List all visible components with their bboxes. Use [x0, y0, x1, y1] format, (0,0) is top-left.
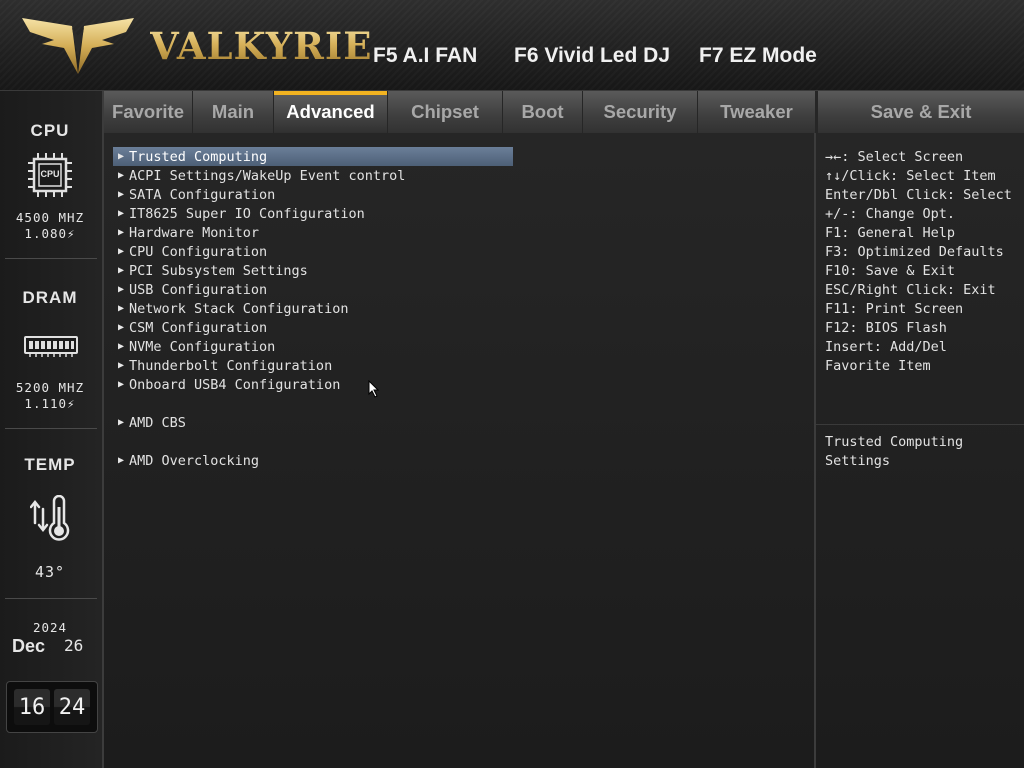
menu-item-label: PCI Subsystem Settings — [129, 262, 308, 279]
mouse-pointer-icon — [368, 380, 380, 398]
temperature-value: 43° — [34, 563, 66, 581]
menu-item-network-stack-configuration[interactable]: ▶ Network Stack Configuration — [113, 299, 513, 318]
cpu-label: CPU — [30, 121, 70, 140]
menu-item-label: NVMe Configuration — [129, 338, 276, 355]
menu-item-pci-subsystem-settings[interactable]: ▶ PCI Subsystem Settings — [113, 261, 513, 280]
menu-item-label: ACPI Settings/WakeUp Event control — [129, 167, 406, 184]
menu-item-label: Hardware Monitor — [129, 224, 260, 241]
menu-item-label: SATA Configuration — [129, 186, 276, 203]
menu-item-label: CSM Configuration — [129, 319, 268, 336]
help-key-save-exit: F10: Save & Exit — [825, 263, 956, 279]
clock-minutes: 24 — [54, 689, 90, 725]
dram-module-icon — [24, 336, 78, 357]
submenu-arrow-icon: ▶ — [117, 341, 125, 352]
tab-tweaker[interactable]: Tweaker — [698, 91, 816, 133]
advanced-menu-panel: ▶ Trusted Computing ▶ ACPI Settings/WakeUp… — [104, 133, 816, 768]
tab-security[interactable]: Security — [583, 91, 698, 133]
date-month: Dec — [12, 636, 46, 656]
submenu-arrow-icon: ▶ — [117, 379, 125, 390]
submenu-arrow-icon: ▶ — [117, 455, 125, 466]
help-key-optimized-defaults: F3: Optimized Defaults — [825, 244, 1004, 260]
help-key-select-item: ↑↓/Click: Select Item — [825, 168, 996, 184]
menu-item-onboard-usb4-configuration[interactable]: ▶ Onboard USB4 Configuration — [113, 375, 513, 394]
submenu-arrow-icon: ▶ — [117, 246, 125, 257]
date-day: 26 — [64, 636, 84, 655]
submenu-arrow-icon: ▶ — [117, 417, 125, 428]
help-panel: →←: Select Screen ↑↓/Click: Select Item … — [816, 133, 1024, 768]
menu-item-label: Network Stack Configuration — [129, 300, 349, 317]
sidebar-divider — [5, 258, 97, 259]
submenu-arrow-icon: ▶ — [117, 284, 125, 295]
submenu-arrow-icon: ▶ — [117, 151, 125, 162]
sidebar-divider — [5, 598, 97, 599]
vivid-led-dj-hotkey[interactable]: F6 Vivid Led DJ — [514, 44, 670, 68]
dram-frequency: 5200 MHZ — [15, 380, 85, 395]
header-bar: VALKYRIE F5 A.I FAN F6 Vivid Led DJ F7 E… — [0, 0, 1024, 91]
clock-display: 16 24 — [6, 681, 98, 733]
tab-save-exit[interactable]: Save & Exit — [816, 91, 1024, 133]
item-description-line: Trusted Computing — [825, 434, 964, 450]
ai-fan-hotkey[interactable]: F5 A.I FAN — [373, 44, 477, 68]
menu-item-nvme-configuration[interactable]: ▶ NVMe Configuration — [113, 337, 513, 356]
ez-mode-hotkey[interactable]: F7 EZ Mode — [699, 44, 817, 68]
clock-hours: 16 — [14, 689, 50, 725]
menu-item-super-io-configuration[interactable]: ▶ IT8625 Super IO Configuration — [113, 204, 513, 223]
menu-item-thunderbolt-configuration[interactable]: ▶ Thunderbolt Configuration — [113, 356, 513, 375]
sidebar-divider — [5, 428, 97, 429]
system-status-sidebar: CPU CPU 4500 MHZ 1.080⚡ DRAM 5200 MHZ 1.… — [0, 91, 104, 768]
menu-item-trusted-computing[interactable]: ▶ Trusted Computing — [113, 147, 513, 166]
submenu-arrow-icon: ▶ — [117, 322, 125, 333]
help-key-exit: ESC/Right Click: Exit — [825, 282, 996, 298]
item-description-line: Settings — [825, 453, 891, 469]
menu-item-csm-configuration[interactable]: ▶ CSM Configuration — [113, 318, 513, 337]
help-key-favorite-item: Favorite Item — [825, 358, 931, 374]
help-key-bios-flash: F12: BIOS Flash — [825, 320, 947, 336]
menu-item-amd-cbs[interactable]: ▶ AMD CBS — [113, 413, 513, 432]
cpu-frequency: 4500 MHZ — [15, 210, 85, 225]
menu-item-label: Thunderbolt Configuration — [129, 357, 333, 374]
temperature-thermometer-icon — [30, 495, 70, 541]
dram-label: DRAM — [22, 288, 78, 307]
help-key-print-screen: F11: Print Screen — [825, 301, 964, 317]
menu-item-hardware-monitor[interactable]: ▶ Hardware Monitor — [113, 223, 513, 242]
dram-voltage: 1.110⚡ — [24, 396, 76, 411]
submenu-arrow-icon: ▶ — [117, 189, 125, 200]
menu-item-sata-configuration[interactable]: ▶ SATA Configuration — [113, 185, 513, 204]
help-key-change-opt: +/-: Change Opt. — [825, 206, 956, 222]
menu-item-label: USB Configuration — [129, 281, 268, 298]
tab-favorite[interactable]: Favorite — [104, 91, 193, 133]
menu-item-label: AMD Overclocking — [129, 452, 260, 469]
menu-item-label: Onboard USB4 Configuration — [129, 376, 341, 393]
tab-main[interactable]: Main — [193, 91, 274, 133]
help-key-enter-select: Enter/Dbl Click: Select — [825, 187, 1012, 203]
tab-advanced[interactable]: Advanced — [274, 91, 388, 133]
tab-boot[interactable]: Boot — [503, 91, 583, 133]
submenu-arrow-icon: ▶ — [117, 170, 125, 181]
menu-item-usb-configuration[interactable]: ▶ USB Configuration — [113, 280, 513, 299]
submenu-arrow-icon: ▶ — [117, 227, 125, 238]
menu-item-label: IT8625 Super IO Configuration — [129, 205, 365, 222]
help-key-add-del: Insert: Add/Del — [825, 339, 947, 355]
menu-item-acpi-settings[interactable]: ▶ ACPI Settings/WakeUp Event control — [113, 166, 513, 185]
menu-item-cpu-configuration[interactable]: ▶ CPU Configuration — [113, 242, 513, 261]
menu-item-label: CPU Configuration — [129, 243, 268, 260]
menu-item-amd-overclocking[interactable]: ▶ AMD Overclocking — [113, 451, 513, 470]
help-divider — [816, 424, 1024, 425]
submenu-arrow-icon: ▶ — [117, 303, 125, 314]
submenu-arrow-icon: ▶ — [117, 265, 125, 276]
temp-label: TEMP — [24, 455, 76, 474]
cpu-voltage: 1.080⚡ — [24, 226, 76, 241]
help-key-general-help: F1: General Help — [825, 225, 956, 241]
help-key-select-screen: →←: Select Screen — [825, 149, 964, 165]
brand-name: VALKYRIE — [150, 24, 373, 68]
menu-item-label: AMD CBS — [129, 414, 186, 431]
submenu-arrow-icon: ▶ — [117, 208, 125, 219]
submenu-arrow-icon: ▶ — [117, 360, 125, 371]
date-year: 2024 — [32, 620, 68, 635]
bios-tab-bar: Favorite Main Advanced Chipset Boot Secu… — [104, 91, 1024, 133]
valkyrie-wings-logo-icon — [22, 18, 134, 74]
tab-chipset[interactable]: Chipset — [388, 91, 503, 133]
cpu-chip-text: CPU — [40, 169, 60, 179]
menu-item-label: Trusted Computing — [129, 148, 268, 165]
